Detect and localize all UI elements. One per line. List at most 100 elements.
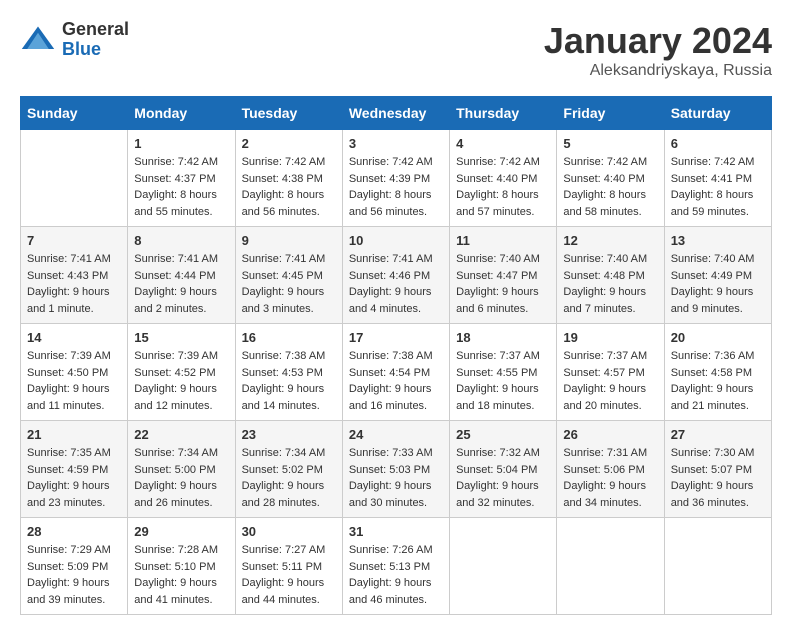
day-number: 3 [349, 136, 443, 151]
day-number: 12 [563, 233, 657, 248]
day-info: Sunrise: 7:39 AM Sunset: 4:52 PM Dayligh… [134, 348, 228, 414]
day-number: 23 [242, 427, 336, 442]
weekday-header-friday: Friday [557, 97, 664, 130]
calendar-title: January 2024 [544, 20, 772, 62]
sunset-text: Sunset: 4:43 PM [27, 270, 108, 282]
calendar-cell: 10 Sunrise: 7:41 AM Sunset: 4:46 PM Dayl… [342, 227, 449, 324]
sunset-text: Sunset: 5:02 PM [242, 464, 323, 476]
sunset-text: Sunset: 4:40 PM [456, 173, 537, 185]
day-number: 20 [671, 330, 765, 345]
day-info: Sunrise: 7:35 AM Sunset: 4:59 PM Dayligh… [27, 445, 121, 511]
sunset-text: Sunset: 4:53 PM [242, 367, 323, 379]
daylight-text: Daylight: 8 hours and 55 minutes. [134, 189, 217, 218]
daylight-text: Daylight: 9 hours and 39 minutes. [27, 577, 110, 606]
daylight-text: Daylight: 9 hours and 7 minutes. [563, 286, 646, 315]
sunrise-text: Sunrise: 7:27 AM [242, 544, 326, 556]
calendar-cell: 20 Sunrise: 7:36 AM Sunset: 4:58 PM Dayl… [664, 324, 771, 421]
sunset-text: Sunset: 4:47 PM [456, 270, 537, 282]
logo-blue-label: Blue [62, 40, 129, 60]
weekday-header-saturday: Saturday [664, 97, 771, 130]
sunrise-text: Sunrise: 7:26 AM [349, 544, 433, 556]
logo-general-label: General [62, 20, 129, 40]
sunrise-text: Sunrise: 7:37 AM [563, 350, 647, 362]
sunset-text: Sunset: 4:46 PM [349, 270, 430, 282]
day-info: Sunrise: 7:39 AM Sunset: 4:50 PM Dayligh… [27, 348, 121, 414]
sunrise-text: Sunrise: 7:41 AM [27, 253, 111, 265]
sunrise-text: Sunrise: 7:42 AM [242, 156, 326, 168]
calendar-week-row: 21 Sunrise: 7:35 AM Sunset: 4:59 PM Dayl… [21, 421, 772, 518]
sunset-text: Sunset: 5:03 PM [349, 464, 430, 476]
sunset-text: Sunset: 5:10 PM [134, 561, 215, 573]
calendar-cell [21, 130, 128, 227]
sunset-text: Sunset: 4:50 PM [27, 367, 108, 379]
day-info: Sunrise: 7:40 AM Sunset: 4:47 PM Dayligh… [456, 251, 550, 317]
day-number: 19 [563, 330, 657, 345]
calendar-cell: 18 Sunrise: 7:37 AM Sunset: 4:55 PM Dayl… [450, 324, 557, 421]
day-number: 25 [456, 427, 550, 442]
daylight-text: Daylight: 9 hours and 14 minutes. [242, 383, 325, 412]
daylight-text: Daylight: 8 hours and 56 minutes. [349, 189, 432, 218]
daylight-text: Daylight: 9 hours and 30 minutes. [349, 480, 432, 509]
sunrise-text: Sunrise: 7:41 AM [242, 253, 326, 265]
day-number: 14 [27, 330, 121, 345]
day-info: Sunrise: 7:41 AM Sunset: 4:43 PM Dayligh… [27, 251, 121, 317]
sunset-text: Sunset: 4:59 PM [27, 464, 108, 476]
sunset-text: Sunset: 5:09 PM [27, 561, 108, 573]
sunrise-text: Sunrise: 7:28 AM [134, 544, 218, 556]
sunrise-text: Sunrise: 7:29 AM [27, 544, 111, 556]
sunset-text: Sunset: 4:52 PM [134, 367, 215, 379]
day-number: 17 [349, 330, 443, 345]
daylight-text: Daylight: 9 hours and 21 minutes. [671, 383, 754, 412]
day-info: Sunrise: 7:30 AM Sunset: 5:07 PM Dayligh… [671, 445, 765, 511]
calendar-cell: 28 Sunrise: 7:29 AM Sunset: 5:09 PM Dayl… [21, 518, 128, 615]
day-info: Sunrise: 7:32 AM Sunset: 5:04 PM Dayligh… [456, 445, 550, 511]
sunset-text: Sunset: 4:49 PM [671, 270, 752, 282]
day-number: 1 [134, 136, 228, 151]
sunrise-text: Sunrise: 7:38 AM [349, 350, 433, 362]
daylight-text: Daylight: 9 hours and 2 minutes. [134, 286, 217, 315]
logo-icon [20, 22, 56, 58]
calendar-cell: 31 Sunrise: 7:26 AM Sunset: 5:13 PM Dayl… [342, 518, 449, 615]
day-info: Sunrise: 7:37 AM Sunset: 4:55 PM Dayligh… [456, 348, 550, 414]
day-number: 24 [349, 427, 443, 442]
day-info: Sunrise: 7:42 AM Sunset: 4:37 PM Dayligh… [134, 154, 228, 220]
sunrise-text: Sunrise: 7:37 AM [456, 350, 540, 362]
calendar-cell [664, 518, 771, 615]
daylight-text: Daylight: 9 hours and 44 minutes. [242, 577, 325, 606]
sunset-text: Sunset: 5:13 PM [349, 561, 430, 573]
day-number: 13 [671, 233, 765, 248]
calendar-cell: 19 Sunrise: 7:37 AM Sunset: 4:57 PM Dayl… [557, 324, 664, 421]
calendar-cell: 30 Sunrise: 7:27 AM Sunset: 5:11 PM Dayl… [235, 518, 342, 615]
sunset-text: Sunset: 4:57 PM [563, 367, 644, 379]
day-info: Sunrise: 7:27 AM Sunset: 5:11 PM Dayligh… [242, 542, 336, 608]
day-info: Sunrise: 7:41 AM Sunset: 4:44 PM Dayligh… [134, 251, 228, 317]
calendar-subtitle: Aleksandriyskaya, Russia [544, 62, 772, 80]
calendar-cell: 9 Sunrise: 7:41 AM Sunset: 4:45 PM Dayli… [235, 227, 342, 324]
day-info: Sunrise: 7:38 AM Sunset: 4:53 PM Dayligh… [242, 348, 336, 414]
sunrise-text: Sunrise: 7:41 AM [349, 253, 433, 265]
day-number: 22 [134, 427, 228, 442]
day-number: 9 [242, 233, 336, 248]
calendar-cell: 27 Sunrise: 7:30 AM Sunset: 5:07 PM Dayl… [664, 421, 771, 518]
sunrise-text: Sunrise: 7:35 AM [27, 447, 111, 459]
sunrise-text: Sunrise: 7:40 AM [456, 253, 540, 265]
sunrise-text: Sunrise: 7:30 AM [671, 447, 755, 459]
day-number: 21 [27, 427, 121, 442]
daylight-text: Daylight: 9 hours and 16 minutes. [349, 383, 432, 412]
sunrise-text: Sunrise: 7:34 AM [134, 447, 218, 459]
sunset-text: Sunset: 4:55 PM [456, 367, 537, 379]
calendar-cell: 22 Sunrise: 7:34 AM Sunset: 5:00 PM Dayl… [128, 421, 235, 518]
day-info: Sunrise: 7:42 AM Sunset: 4:38 PM Dayligh… [242, 154, 336, 220]
calendar-cell: 26 Sunrise: 7:31 AM Sunset: 5:06 PM Dayl… [557, 421, 664, 518]
daylight-text: Daylight: 9 hours and 1 minute. [27, 286, 110, 315]
day-info: Sunrise: 7:41 AM Sunset: 4:46 PM Dayligh… [349, 251, 443, 317]
daylight-text: Daylight: 8 hours and 59 minutes. [671, 189, 754, 218]
calendar-cell: 16 Sunrise: 7:38 AM Sunset: 4:53 PM Dayl… [235, 324, 342, 421]
day-info: Sunrise: 7:36 AM Sunset: 4:58 PM Dayligh… [671, 348, 765, 414]
sunset-text: Sunset: 5:04 PM [456, 464, 537, 476]
sunset-text: Sunset: 5:11 PM [242, 561, 323, 573]
day-info: Sunrise: 7:29 AM Sunset: 5:09 PM Dayligh… [27, 542, 121, 608]
calendar-cell [557, 518, 664, 615]
calendar-cell: 25 Sunrise: 7:32 AM Sunset: 5:04 PM Dayl… [450, 421, 557, 518]
day-info: Sunrise: 7:37 AM Sunset: 4:57 PM Dayligh… [563, 348, 657, 414]
